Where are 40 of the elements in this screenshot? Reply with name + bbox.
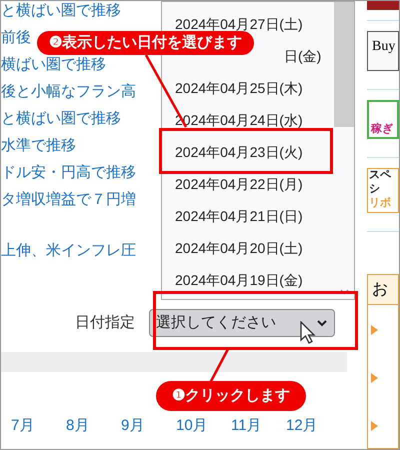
month-link[interactable]: 7月	[11, 417, 34, 434]
news-link[interactable]: 前後	[1, 29, 31, 46]
dropdown-option[interactable]: 2024年04月27日(土)	[175, 16, 303, 32]
dropdown-option[interactable]: 2024年04月20日(土)	[175, 240, 303, 256]
dropdown-option[interactable]: 2024年04月23日(火)	[175, 144, 303, 160]
chevron-down-icon	[316, 319, 328, 327]
cursor-icon	[300, 321, 316, 345]
news-link[interactable]: タ増収増益で７円増	[1, 191, 136, 208]
ad-banner[interactable]	[367, 1, 399, 10]
banner-text: スペシ	[369, 168, 392, 196]
triangle-icon	[371, 325, 378, 336]
callout-bubble: ❶クリックします	[156, 381, 306, 411]
date-select[interactable]: 選択してください	[149, 309, 335, 337]
news-link[interactable]: と横ばい圏で推移	[1, 110, 121, 127]
dropdown-option[interactable]: 2024年04月21日(日)	[175, 208, 303, 224]
month-link[interactable]: 11月	[231, 417, 262, 434]
scrollbar-thumb[interactable]	[334, 2, 354, 127]
month-link[interactable]: 12月	[286, 417, 318, 434]
dropdown-option[interactable]: 2024年04月22日(月)	[175, 176, 303, 192]
triangle-icon	[371, 373, 378, 384]
dropdown-option[interactable]: 2024年04月25日(木)	[175, 80, 303, 96]
news-link[interactable]: 横ばい圏で推移	[1, 56, 106, 73]
month-link[interactable]: 9月	[121, 417, 144, 434]
box-title: お	[368, 275, 398, 306]
dropdown-option[interactable]: 2024年04月19日(金)	[175, 272, 303, 288]
news-link[interactable]: と横ばい圏で推移	[1, 2, 121, 19]
news-link[interactable]: 後と小幅なフラン高	[1, 83, 136, 100]
ad-banner[interactable]: スペシ リボ	[367, 168, 399, 214]
banner-text: リボ	[369, 196, 392, 210]
triangle-icon	[371, 421, 378, 432]
ad-banner[interactable]: 稼ぎ	[367, 100, 399, 140]
news-link[interactable]: 水準で推移	[1, 137, 76, 154]
news-link[interactable]: 上伸、米インフレ圧	[1, 242, 136, 259]
date-label: 日付指定	[75, 312, 135, 333]
news-link[interactable]: ドル安・円高で推移	[1, 164, 136, 181]
ad-banner[interactable]: Buy	[367, 30, 399, 71]
dropdown-option[interactable]: 日(金)	[284, 48, 322, 64]
month-link[interactable]: 8月	[66, 417, 90, 434]
callout-bubble: ❷表示したい日付を選びます	[37, 31, 254, 55]
month-link[interactable]: 10月	[176, 417, 208, 434]
